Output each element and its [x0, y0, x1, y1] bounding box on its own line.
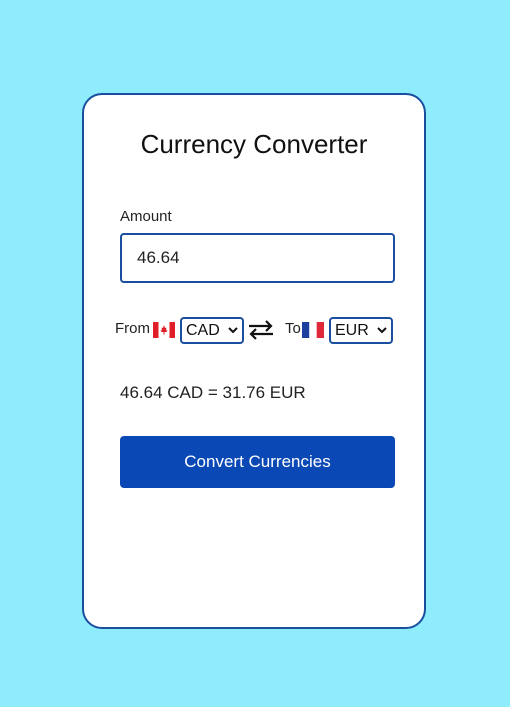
page-title: Currency Converter [140, 129, 368, 159]
to-currency-select[interactable]: EUR [329, 317, 393, 344]
to-currency-value: EUR [335, 322, 369, 339]
swap-arrows-icon[interactable] [247, 319, 275, 341]
chevron-down-icon [377, 327, 387, 334]
from-label: From [115, 320, 150, 337]
chevron-down-icon [228, 327, 238, 334]
conversion-result: 46.64 CAD = 31.76 EUR [120, 383, 306, 402]
france-flag-icon [302, 322, 324, 338]
amount-input[interactable] [120, 233, 395, 283]
amount-label: Amount [120, 208, 172, 225]
convert-button[interactable]: Convert Currencies [120, 436, 395, 488]
from-currency-value: CAD [186, 322, 220, 339]
currency-select-row: From CAD To EUR [115, 317, 405, 347]
from-currency-select[interactable]: CAD [180, 317, 244, 344]
converter-card: Currency Converter Amount From CAD To [82, 93, 426, 629]
to-label: To [285, 320, 301, 337]
canada-flag-icon [153, 322, 175, 338]
